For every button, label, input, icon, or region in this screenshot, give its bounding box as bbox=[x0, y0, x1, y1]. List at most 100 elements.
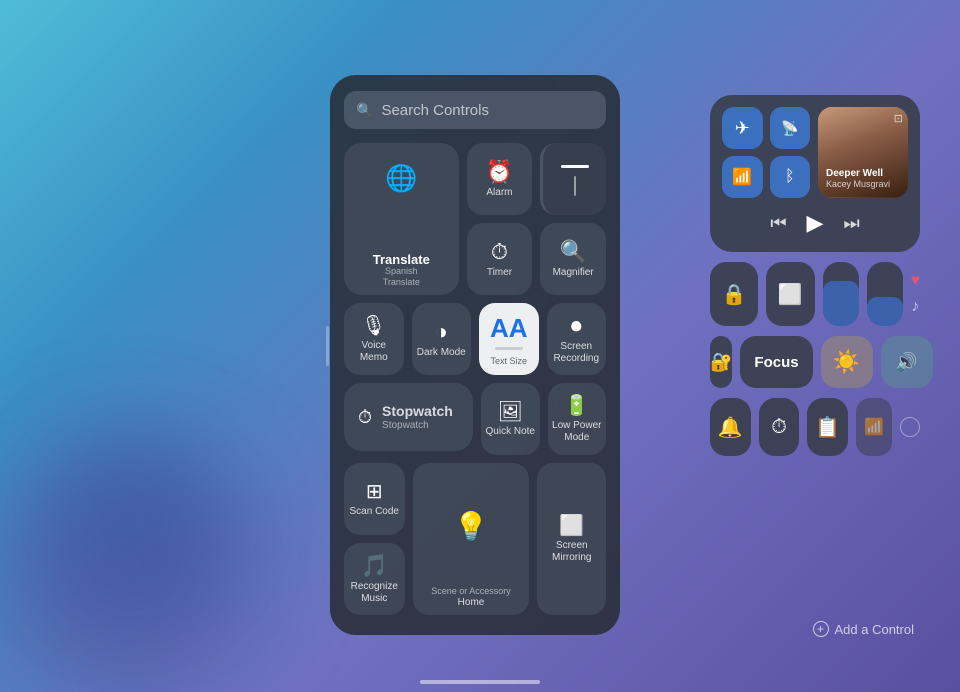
alarm-icon: ⏰ bbox=[486, 161, 513, 183]
screen-recording-label: Screen Recording bbox=[551, 341, 603, 365]
translate-bottom-label: Translate bbox=[373, 277, 430, 287]
search-bar[interactable]: 🔍 bbox=[344, 91, 606, 129]
playback-controls: ⏮ ▶ ⏭ bbox=[722, 206, 908, 240]
home-tile[interactable]: 💡 Scene or Accessory Home bbox=[413, 463, 530, 615]
search-input[interactable] bbox=[381, 102, 594, 119]
lock-rotation-icon: 🔒 bbox=[722, 282, 747, 307]
stopwatch-tile[interactable]: ⏱ Stopwatch Stopwatch bbox=[344, 383, 473, 451]
music-icon: ♪ bbox=[911, 298, 919, 316]
text-size-bar bbox=[495, 347, 523, 350]
row-2: 🎙 Voice Memo ◑ Dark Mode AA Text Size ⏺ … bbox=[344, 303, 606, 375]
text-size-label: Text Size bbox=[490, 356, 527, 366]
recognize-music-icon: 🎵 bbox=[361, 555, 388, 577]
magnifier-icon: 🔍 bbox=[559, 241, 586, 263]
scroll-indicator bbox=[326, 326, 329, 366]
play-button[interactable]: ▶ bbox=[807, 210, 824, 236]
control-center-panel: 🔍 🌐 Translate Spanish Translate ⏰ Alarm … bbox=[330, 75, 620, 635]
screen-mirroring-label: Screen Mirroring bbox=[541, 540, 602, 564]
lock-rotation-button[interactable]: 🔒 bbox=[710, 262, 758, 326]
text-size-content: AA Text Size bbox=[490, 311, 528, 369]
song-title: Deeper Well bbox=[826, 168, 890, 179]
forward-button[interactable]: ⏭ bbox=[843, 213, 859, 234]
home-bar bbox=[420, 680, 540, 684]
airplane-mode-button[interactable]: ✈ bbox=[722, 107, 763, 149]
add-control-label: Add a Control bbox=[835, 622, 915, 637]
screen-mirroring-tile[interactable]: ⬜ Screen Mirroring bbox=[537, 463, 606, 615]
low-power-label: Low Power Mode bbox=[552, 420, 603, 444]
now-playing-card: ✈ 📡 📶 ᛒ ⊡ Deeper Well bbox=[710, 95, 920, 252]
low-power-tile[interactable]: 🔋 Low Power Mode bbox=[548, 383, 607, 455]
timer-right-button[interactable]: ⏱ bbox=[759, 398, 800, 456]
connectivity-grid: ✈ 📡 📶 ᛒ bbox=[722, 107, 810, 198]
volume-slider-right[interactable] bbox=[867, 262, 903, 326]
volume-button[interactable]: 🔊 bbox=[881, 336, 933, 388]
bottom-right-row: 🔔 ⏱ 📋 📶 bbox=[710, 398, 920, 456]
bell-button[interactable]: 🔔 bbox=[710, 398, 751, 456]
rewind-button[interactable]: ⏮ bbox=[770, 213, 786, 234]
focus-text: Focus bbox=[754, 354, 798, 371]
scan-code-label: Scan Code bbox=[350, 506, 399, 518]
timer-label: Timer bbox=[487, 267, 512, 279]
translate-icon: 🌐 bbox=[385, 163, 417, 194]
row-1: 🌐 Translate Spanish Translate ⏰ Alarm ⏱ … bbox=[344, 143, 606, 295]
focus-lock-button[interactable]: 🔐 bbox=[710, 336, 732, 388]
brightness-slider[interactable] bbox=[540, 143, 606, 215]
focus-row: 🔐 Focus ☀️ 🔊 bbox=[710, 336, 920, 388]
brightness-slider-right[interactable] bbox=[823, 262, 859, 326]
stopwatch-text: Stopwatch Stopwatch bbox=[382, 403, 453, 431]
voice-memo-tile[interactable]: 🎙 Voice Memo bbox=[344, 303, 404, 375]
notes-icon: 📋 bbox=[815, 415, 840, 440]
add-control-button[interactable]: + Add a Control bbox=[813, 621, 915, 637]
bluetooth-icon: ᛒ bbox=[785, 168, 795, 186]
airplay-icon: ⊡ bbox=[894, 112, 903, 125]
row-4: ⊞ Scan Code 🎵 Recognize Music 💡 Scene or… bbox=[344, 463, 606, 615]
voice-memo-label: Voice Memo bbox=[348, 340, 400, 364]
bell-icon: 🔔 bbox=[718, 415, 743, 440]
notes-button[interactable]: 📋 bbox=[807, 398, 848, 456]
translate-sublabel: Spanish bbox=[373, 267, 430, 277]
home-sublabel: Scene or Accessory bbox=[431, 587, 511, 597]
screen-mirror-right-icon: ⬜ bbox=[778, 282, 803, 307]
airplane-icon: ✈ bbox=[735, 118, 750, 139]
sun-icon: ☀️ bbox=[833, 349, 860, 375]
timer-icon: ⏱ bbox=[491, 241, 508, 263]
recognize-music-tile[interactable]: 🎵 Recognize Music bbox=[344, 543, 405, 615]
low-power-icon: 🔋 bbox=[564, 396, 589, 416]
right-controls-row: 🔒 ⬜ ♥ ♪ bbox=[710, 262, 920, 326]
row-3: ⏱ Stopwatch Stopwatch 🖼 Quick Note 🔋 Low… bbox=[344, 383, 606, 455]
indicator-circle bbox=[900, 417, 920, 437]
translate-tile[interactable]: 🌐 Translate Spanish Translate bbox=[344, 143, 459, 295]
wifi-button[interactable]: 📶 bbox=[722, 156, 763, 198]
heart-icon: ♥ bbox=[911, 272, 921, 290]
recognize-music-label: Recognize Music bbox=[348, 581, 401, 605]
wifi-icon: 📶 bbox=[732, 167, 752, 187]
timer-tile[interactable]: ⏱ Timer bbox=[467, 223, 533, 295]
focus-label[interactable]: Focus bbox=[740, 336, 812, 388]
screen-mirroring-icon: ⬜ bbox=[559, 516, 584, 536]
text-size-tile[interactable]: AA Text Size bbox=[479, 303, 539, 375]
volume-icon: 🔊 bbox=[895, 352, 917, 373]
bluetooth-button[interactable]: ᛒ bbox=[770, 156, 811, 198]
screen-recording-tile[interactable]: ⏺ Screen Recording bbox=[547, 303, 607, 375]
translate-label: Translate bbox=[373, 252, 430, 268]
np-top: ✈ 📡 📶 ᛒ ⊡ Deeper Well bbox=[722, 107, 908, 198]
dark-mode-tile[interactable]: ◑ Dark Mode bbox=[412, 303, 472, 375]
magnifier-tile[interactable]: 🔍 Magnifier bbox=[540, 223, 606, 295]
stopwatch-icon: ⏱ bbox=[358, 408, 372, 426]
home-label: Home bbox=[431, 597, 511, 609]
timer-right-icon: ⏱ bbox=[771, 416, 787, 439]
album-cover: ⊡ Deeper Well Kacey Musgravi bbox=[818, 107, 908, 197]
signal-icon: 📶 bbox=[864, 417, 884, 437]
dark-mode-icon: ◑ bbox=[435, 321, 448, 343]
screen-mirror-right-button[interactable]: ⬜ bbox=[766, 262, 814, 326]
scan-code-tile[interactable]: ⊞ Scan Code bbox=[344, 463, 405, 535]
quick-note-tile[interactable]: 🖼 Quick Note bbox=[481, 383, 540, 455]
alarm-tile[interactable]: ⏰ Alarm bbox=[467, 143, 533, 215]
signal-indicator: 📶 bbox=[856, 398, 892, 456]
quick-note-label: Quick Note bbox=[486, 426, 535, 438]
home-icon: 💡 bbox=[454, 513, 489, 541]
scan-code-icon: ⊞ bbox=[366, 482, 383, 502]
quick-note-icon: 🖼 bbox=[498, 402, 523, 422]
sun-button[interactable]: ☀️ bbox=[821, 336, 873, 388]
airdrop-button[interactable]: 📡 bbox=[770, 107, 811, 149]
